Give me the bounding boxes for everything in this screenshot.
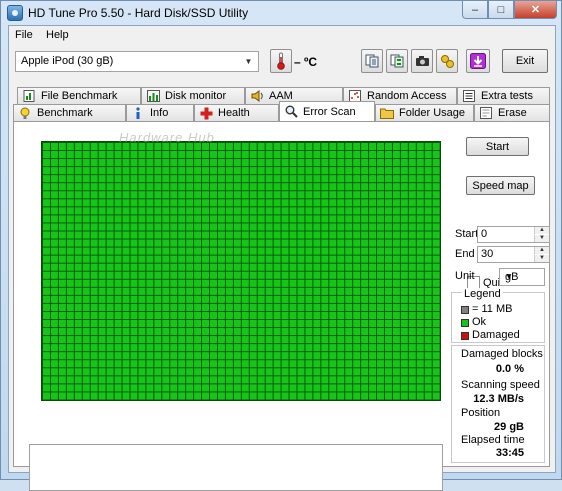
tab-label: Health [218,107,250,119]
chevron-down-icon: ▼ [244,57,253,66]
minimize-button[interactable]: – [462,1,488,19]
toolbar: Apple iPod (30 gB) ▼ – ºC Exit [9,46,555,80]
erase-icon [479,107,493,120]
save-button[interactable] [466,49,490,73]
chevron-down-icon: ▼ [505,272,513,281]
temperature-button[interactable] [270,49,292,73]
caption-buttons: – □ ✕ [462,1,557,20]
ok-swatch [461,319,469,327]
spin-down-icon[interactable]: ▼ [534,235,549,242]
tab-label: Erase [498,107,527,119]
copy-info-icon [365,54,379,68]
spin-up-icon[interactable]: ▲ [534,227,549,234]
tab-label: Extra tests [481,90,533,102]
tab-label: Error Scan [303,105,356,118]
speaker-icon [250,90,264,103]
damaged-blocks-value: 0.0 % [495,363,524,375]
folder-icon [380,107,394,120]
tab-error-scan[interactable]: Error Scan [279,101,375,121]
copy-list-button[interactable] [386,49,408,73]
block-size-swatch [461,306,469,314]
damaged-blocks-label: Damaged blocks [461,348,543,360]
menu-bar: File Help [9,26,555,45]
tab-folder-usage[interactable]: Folder Usage [375,104,474,121]
tab-label: Random Access [367,90,447,102]
tab-label: Benchmark [37,107,93,119]
end-position-input[interactable]: 30 ▲ ▼ [477,246,550,263]
end-position-value: 30 [481,248,494,260]
menu-file[interactable]: File [15,29,33,41]
screenshot-button[interactable] [411,49,433,73]
disk-monitor-icon [146,90,160,103]
end-position-label: End [455,248,475,260]
thermometer-icon [277,52,285,70]
options-button[interactable] [436,49,458,73]
block-size-label: = 11 MB [472,303,513,315]
window-title: HD Tune Pro 5.50 - Hard Disk/SSD Utility [28,6,249,20]
copy-list-icon [390,54,404,68]
tab-row-bottom: Benchmark Info Health Error Scan Folder … [13,101,550,121]
close-button[interactable]: ✕ [514,1,557,19]
spin-down-icon[interactable]: ▼ [534,255,549,262]
start-position-input[interactable]: 0 ▲ ▼ [477,226,550,243]
elapsed-time-label: Elapsed time [461,434,525,446]
legend-title: Legend [462,288,503,300]
position-label: Position [461,407,501,419]
start-position-label: Start [455,228,479,240]
damaged-swatch [461,332,469,340]
tab-disk-monitor[interactable]: Disk monitor [141,87,245,104]
position-value: 29 gB [494,421,524,433]
camera-icon [415,56,429,66]
exit-button[interactable]: Exit [502,49,548,73]
benchmark-icon [18,107,32,120]
drive-select-value: Apple iPod (30 gB) [21,55,114,67]
file-benchmark-icon [22,90,36,103]
scanning-speed-value: 12.3 MB/s [473,393,524,405]
spin-up-icon[interactable]: ▲ [534,247,549,254]
drive-select[interactable]: Apple iPod (30 gB) ▼ [15,51,259,72]
tab-benchmark[interactable]: Benchmark [13,104,126,121]
health-icon [199,107,213,120]
menu-help[interactable]: Help [46,29,69,41]
log-area[interactable] [29,444,443,491]
tab-label: File Benchmark [41,90,118,102]
tab-info[interactable]: Info [126,104,194,121]
magnifier-icon [284,105,298,118]
tab-erase[interactable]: Erase [474,104,550,121]
maximize-button[interactable]: □ [488,1,514,19]
start-button[interactable]: Start [466,137,529,156]
app-icon [7,5,23,21]
speed-map-button[interactable]: Speed map [466,176,535,195]
client-area: File Help Apple iPod (30 gB) ▼ – ºC Exit… [8,25,556,491]
block-map-grid [42,142,440,400]
tab-file-benchmark[interactable]: File Benchmark [17,87,141,104]
elapsed-time-value: 33:45 [495,447,524,459]
copy-info-button[interactable] [361,49,383,73]
info-icon [131,106,145,120]
options-icon [440,54,454,68]
ok-label: Ok [472,316,487,328]
unit-label: Unit [455,270,475,282]
damaged-label: Damaged [472,329,520,341]
tab-health[interactable]: Health [194,104,279,121]
tab-extra-tests[interactable]: Extra tests [457,87,550,104]
scanning-speed-label: Scanning speed [461,379,540,391]
title-bar[interactable]: HD Tune Pro 5.50 - Hard Disk/SSD Utility… [1,1,561,25]
tab-label: Info [150,107,169,119]
app-window: HD Tune Pro 5.50 - Hard Disk/SSD Utility… [0,0,562,491]
tab-label: Folder Usage [399,107,466,119]
temperature-readout: – ºC [294,55,318,69]
tab-label: Disk monitor [165,90,227,102]
save-icon [470,53,486,69]
unit-select[interactable]: gB ▼ [499,268,545,286]
start-position-value: 0 [481,228,488,240]
extra-tests-icon [462,90,476,103]
block-map [41,141,441,401]
